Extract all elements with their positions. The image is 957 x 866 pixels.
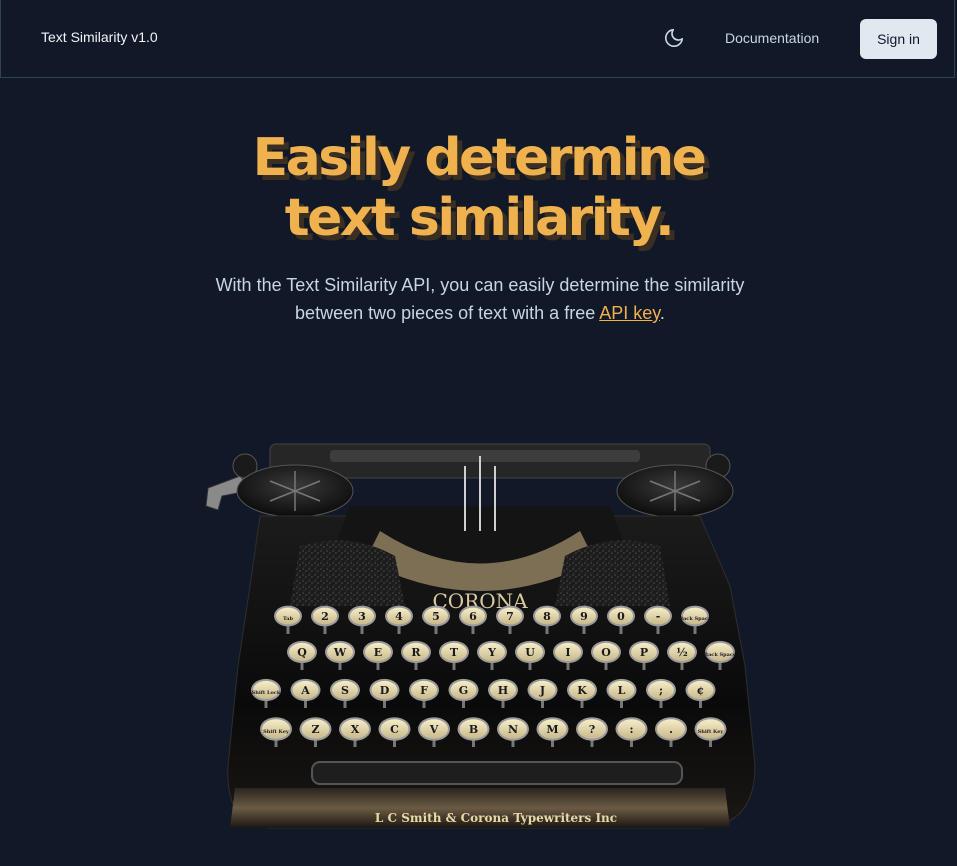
svg-text:W: W (333, 646, 347, 659)
svg-text:N: N (508, 723, 518, 736)
svg-text:Y: Y (487, 646, 496, 659)
svg-text:D: D (380, 684, 390, 697)
svg-text:8: 8 (543, 610, 551, 623)
svg-text:¢: ¢ (697, 684, 705, 697)
svg-text:P: P (640, 646, 648, 659)
svg-text:G: G (459, 684, 468, 697)
svg-text:T: T (450, 646, 459, 659)
svg-text:H: H (498, 684, 508, 697)
brand-link[interactable]: Text Similarity v1.0 (41, 29, 158, 45)
svg-text:R: R (411, 646, 421, 659)
svg-text:9: 9 (580, 610, 588, 623)
svg-text:M: M (546, 723, 558, 736)
navbar: Text Similarity v1.0 Documentation Sign … (0, 0, 955, 78)
svg-text:K: K (577, 684, 587, 697)
sign-in-button[interactable]: Sign in (860, 19, 937, 59)
hero-subtitle-end: . (659, 303, 665, 323)
svg-text:V: V (429, 723, 439, 736)
svg-text:J: J (539, 684, 545, 697)
svg-text:Shift Lock: Shift Lock (252, 690, 281, 696)
svg-text::: : (629, 723, 633, 736)
documentation-link[interactable]: Documentation (725, 30, 819, 46)
svg-text:C: C (390, 723, 399, 736)
moon-icon (664, 28, 684, 48)
hero-subtitle-text: With the Text Similarity API, you can ea… (215, 275, 745, 323)
svg-text:A: A (300, 684, 310, 697)
svg-text:-: - (656, 610, 661, 623)
svg-text:S: S (341, 684, 349, 697)
hero-title: Easily determine text similarity. (0, 128, 957, 248)
svg-text:X: X (351, 723, 360, 736)
svg-text:0: 0 (617, 610, 625, 623)
svg-text:4: 4 (395, 610, 403, 623)
svg-text:3: 3 (358, 610, 366, 623)
svg-text:E: E (374, 646, 382, 659)
svg-text:F: F (420, 684, 428, 697)
svg-text:Z: Z (311, 723, 319, 736)
hero-title-line-2: text similarity. (284, 188, 675, 248)
svg-text:2: 2 (321, 610, 329, 623)
typewriter-image: CORONA Tab 2 3 4 5 6 7 8 9 0- Back SpaceQ W E R T Y U I O P… (205, 443, 756, 829)
maker-label: L C Smith & Corona Typewriters Inc (375, 811, 617, 825)
svg-text:L: L (618, 684, 626, 697)
svg-text:U: U (525, 646, 535, 659)
svg-text:.: . (669, 723, 673, 736)
svg-text:Shift Key: Shift Key (263, 729, 290, 735)
svg-text:7: 7 (506, 610, 514, 623)
svg-text:6: 6 (469, 610, 477, 623)
svg-text:?: ? (589, 723, 595, 736)
api-key-link[interactable]: API key (599, 303, 660, 323)
svg-text:5: 5 (432, 610, 440, 623)
svg-text:Back Space: Back Space (704, 652, 736, 658)
svg-text:Back Space: Back Space (679, 616, 711, 622)
svg-text:Tab: Tab (283, 616, 293, 622)
svg-text:Shift Key: Shift Key (698, 729, 725, 735)
hero-subtitle: With the Text Similarity API, you can ea… (180, 271, 780, 327)
svg-text:I: I (565, 646, 570, 659)
svg-text:B: B (469, 723, 478, 736)
theme-toggle-button[interactable] (659, 24, 689, 52)
svg-text:Q: Q (297, 646, 307, 659)
svg-text:O: O (601, 646, 611, 659)
hero-title-line-1: Easily determine (252, 128, 707, 188)
svg-text:½: ½ (676, 646, 687, 659)
svg-text:;: ; (659, 684, 663, 697)
